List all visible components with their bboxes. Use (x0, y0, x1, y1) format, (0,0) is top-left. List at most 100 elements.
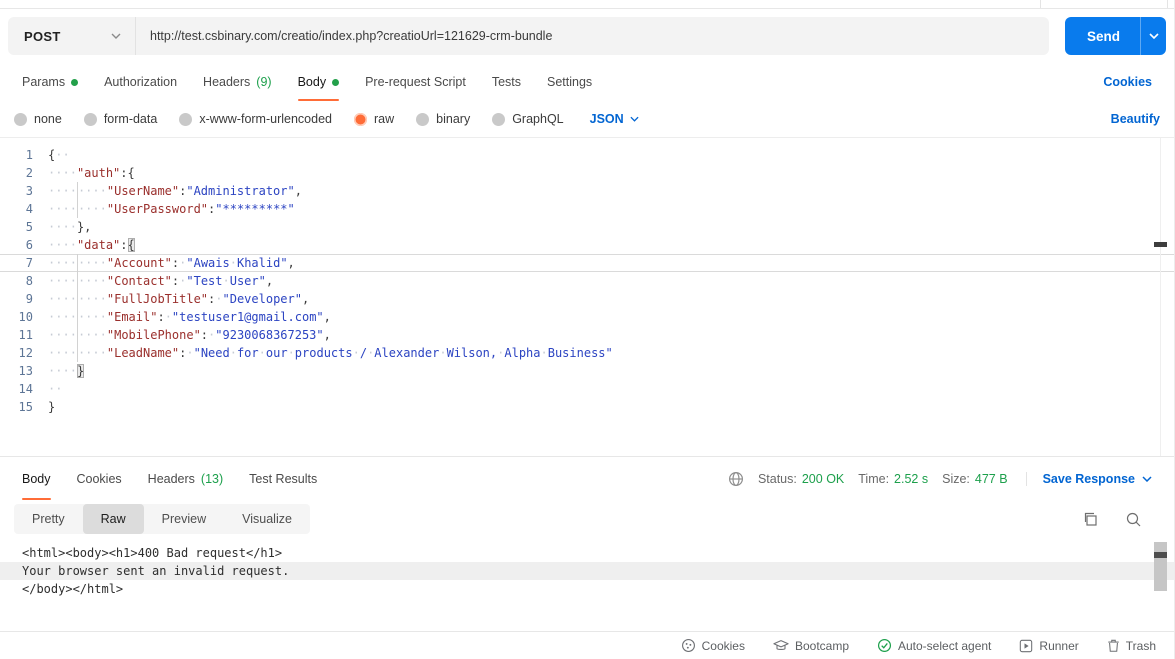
send-options-caret[interactable] (1140, 17, 1166, 55)
url-container: POST (8, 17, 1049, 55)
footer-item-cookies[interactable]: Cookies (681, 638, 745, 653)
request-tab-authorization[interactable]: Authorization (104, 63, 177, 101)
whitespace-dot: · (62, 220, 70, 234)
view-mode-preview[interactable]: Preview (144, 504, 224, 534)
response-body[interactable]: <html><body><h1>400 Bad request</h1> Your… (0, 538, 1174, 631)
request-body-editor[interactable]: 1 {·· 2 ····"auth":{3 ········"UserName":"Ad… (0, 138, 1174, 457)
response-tab-body[interactable]: Body (22, 457, 51, 500)
request-tab-settings[interactable]: Settings (547, 63, 592, 101)
beautify-link[interactable]: Beautify (1111, 112, 1160, 126)
response-tab-test-results[interactable]: Test Results (249, 457, 317, 500)
cookie-icon (681, 638, 696, 653)
body-type-radio-raw[interactable]: raw (354, 112, 394, 126)
request-tab-tests[interactable]: Tests (492, 63, 521, 101)
green-dot-indicator (71, 78, 79, 86)
body-type-radio-none[interactable]: none (14, 112, 62, 126)
line-content: ····}, (48, 218, 1174, 236)
json-string: "Administrator" (186, 184, 295, 198)
code-line: 6 ····"data":{ (0, 236, 1174, 254)
chevron-down-icon (1148, 33, 1159, 39)
whitespace-dot: · (287, 346, 295, 360)
footer-item-runner[interactable]: Runner (1019, 639, 1079, 653)
footer-item-trash[interactable]: Trash (1107, 639, 1156, 653)
code-token: }, (76, 220, 92, 234)
code-line: 11 ········"MobilePhone":·"9230068367253"… (0, 326, 1174, 344)
body-type-radio-graphql[interactable]: GraphQL (492, 112, 564, 126)
status-badge: Status: 200 OK (757, 471, 845, 486)
whitespace-dot: · (62, 148, 70, 162)
whitespace-dot: · (69, 364, 77, 378)
line-content: ····"auth":{ (48, 164, 1174, 182)
line-number: 9 (25, 292, 33, 306)
code-line: 7 ········"Account":·"Awais·Khalid", (0, 254, 1174, 272)
method-selector[interactable]: POST (8, 17, 136, 55)
code-token: { (127, 238, 135, 252)
response-scrollbar-thumb[interactable] (1154, 552, 1167, 558)
request-tab-body[interactable]: Body (297, 63, 340, 101)
view-mode-visualize[interactable]: Visualize (224, 504, 310, 534)
response-view-modes: Pretty Raw Preview Visualize (14, 504, 310, 534)
request-tab-pre-request-script[interactable]: Pre-request Script (365, 63, 466, 101)
code-token: , (301, 292, 310, 306)
response-tab-headers[interactable]: Headers (13) (148, 457, 223, 500)
format-dropdown[interactable]: JSON (590, 112, 639, 126)
line-content: ····"data":{ (48, 236, 1174, 254)
green-dot-indicator (332, 78, 340, 86)
code-token: · (215, 292, 222, 306)
footer-item-auto-select-agent[interactable]: Auto-select agent (877, 638, 991, 653)
search-icon[interactable] (1125, 511, 1142, 528)
chevron-down-icon (111, 33, 121, 39)
request-tab-headers[interactable]: Headers (9) (203, 63, 272, 101)
tab-label: Settings (547, 75, 593, 89)
json-string: "testuser1@gmail.com" (171, 310, 324, 324)
body-type-radio-form-data[interactable]: form-data (83, 112, 157, 126)
tab-label: Test Results (249, 471, 318, 486)
whitespace-dot: · (62, 202, 70, 216)
line-content: ········"LeadName":·"Need·for·our·produc… (48, 344, 1174, 362)
json-key: "Account" (106, 256, 172, 270)
response-meta: Status: 200 OK Time: 2.52 s Size: 477 B Sav… (728, 471, 1152, 487)
json-key: "Email" (106, 310, 158, 324)
view-mode-raw[interactable]: Raw (82, 504, 144, 534)
whitespace-dot: · (62, 292, 70, 306)
code-token: : (200, 328, 209, 342)
code-token: ···· (78, 310, 107, 324)
send-button[interactable]: Send (1064, 17, 1166, 55)
footer-item-bootcamp[interactable]: Bootcamp (773, 639, 849, 653)
cookies-link[interactable]: Cookies (1103, 75, 1152, 89)
whitespace-dot: · (62, 238, 70, 252)
editor-scrollbar-thumb[interactable] (1154, 242, 1167, 247)
whitespace-dot: · (62, 328, 70, 342)
response-scrollbar-track[interactable] (1154, 542, 1167, 591)
response-toolbar (1082, 511, 1160, 528)
json-key: "auth" (76, 166, 121, 180)
whitespace-dot: · (99, 292, 107, 306)
copy-icon[interactable] (1082, 511, 1099, 528)
whitespace-dot: · (540, 346, 548, 360)
body-type-radio-x-www-form-urlencoded[interactable]: x-www-form-urlencoded (179, 112, 332, 126)
radio-circle-icon (83, 112, 97, 126)
url-input[interactable] (136, 29, 1049, 43)
body-type-radio-binary[interactable]: binary (416, 112, 470, 126)
code-line: 2 ····"auth":{ (0, 164, 1174, 182)
save-response-button[interactable]: Save Response (1025, 471, 1152, 486)
whitespace-dot: · (69, 328, 77, 342)
auto-select-check-icon (877, 638, 892, 653)
whitespace-dot: · (69, 238, 77, 252)
request-tab-params[interactable]: Params (22, 63, 79, 101)
line-number: 2 (25, 166, 33, 180)
json-string: "Need·for·our·products·/·Alexander·Wilso… (193, 346, 613, 360)
code-token: ···· (78, 256, 107, 270)
code-token: :{ (120, 166, 135, 180)
response-tab-cookies[interactable]: Cookies (77, 457, 122, 500)
line-number: 3 (25, 184, 33, 198)
json-key: "UserName" (106, 184, 180, 198)
runner-icon (1019, 639, 1033, 653)
view-mode-pretty[interactable]: Pretty (14, 504, 83, 534)
tab-label: Headers (147, 471, 195, 486)
whitespace-dot: · (92, 256, 100, 270)
line-number: 6 (25, 238, 33, 252)
panel-divider (1040, 0, 1041, 8)
code-token: ···· (48, 292, 77, 306)
whitespace-dot: · (222, 274, 230, 288)
